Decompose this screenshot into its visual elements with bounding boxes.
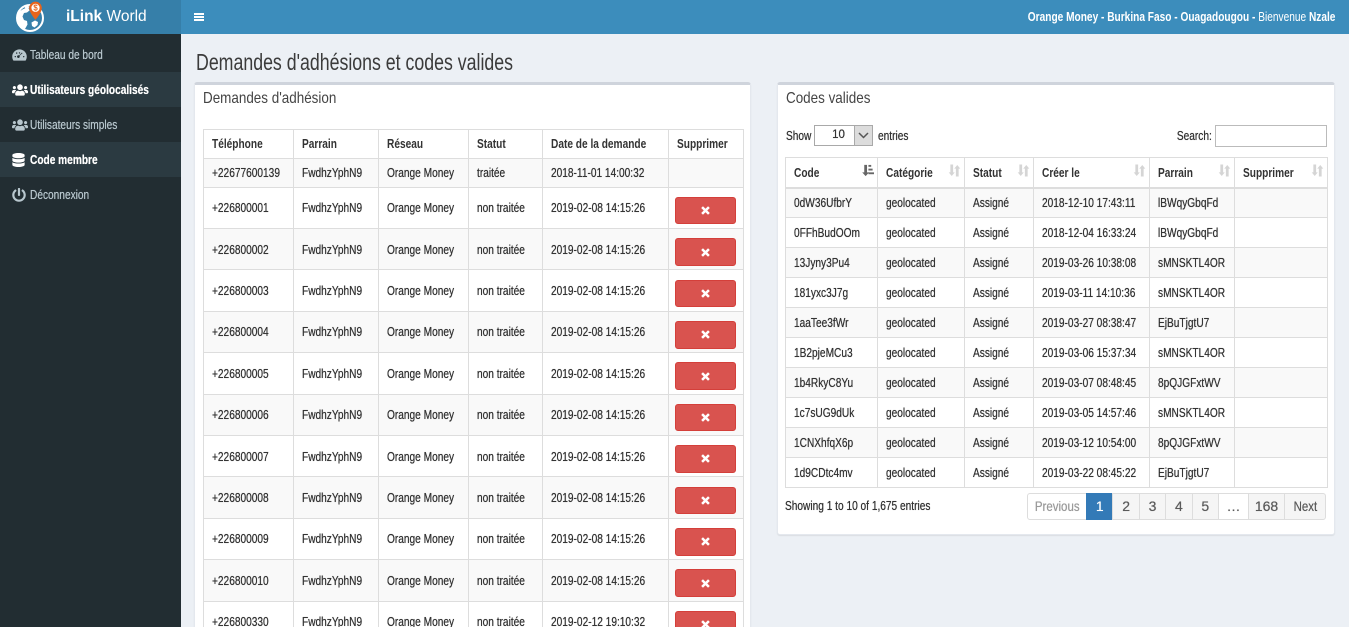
svg-text:$: $ [33, 4, 38, 13]
